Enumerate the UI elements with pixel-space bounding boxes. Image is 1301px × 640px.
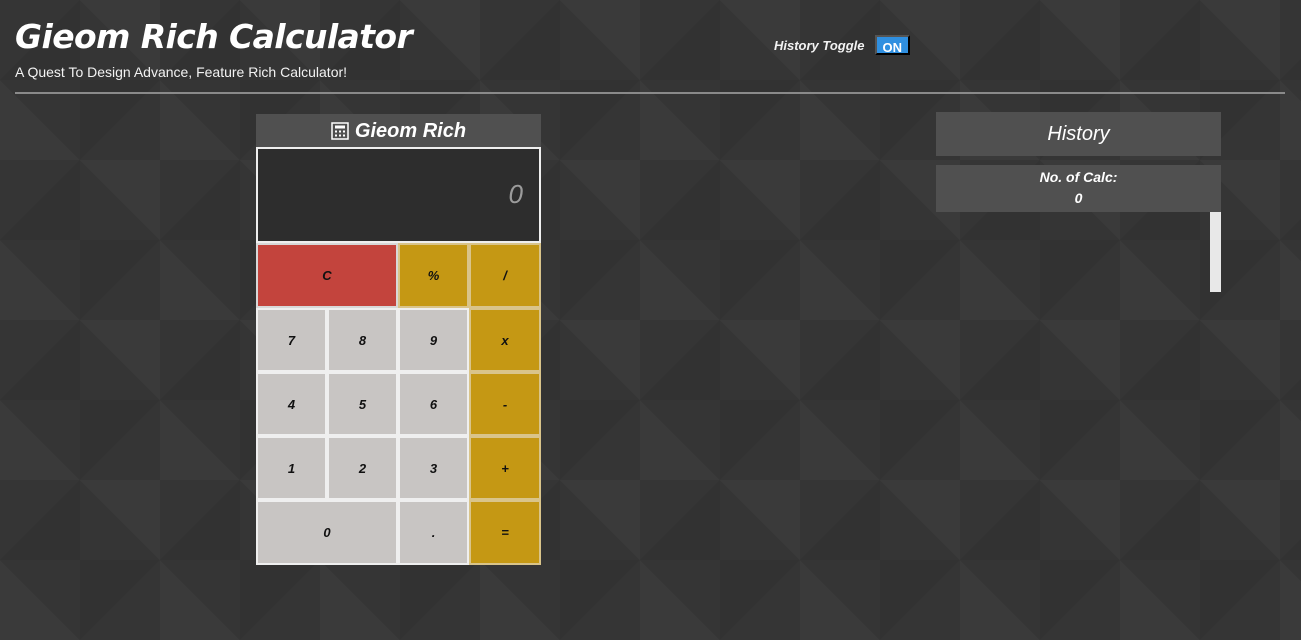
digit-9-button[interactable]: 9 bbox=[398, 308, 469, 372]
percent-button[interactable]: % bbox=[398, 243, 469, 308]
decimal-button[interactable]: . bbox=[398, 500, 469, 565]
minus-button[interactable]: - bbox=[469, 372, 541, 436]
page-header: Gieom Rich Calculator A Quest To Design … bbox=[15, 16, 1285, 94]
history-title: History bbox=[936, 112, 1221, 156]
multiply-button[interactable]: x bbox=[469, 308, 541, 372]
clear-button[interactable]: C bbox=[256, 243, 398, 308]
history-count-label: No. of Calc: bbox=[1039, 169, 1118, 185]
display-value: 0 bbox=[508, 179, 523, 209]
digit-4-button[interactable]: 4 bbox=[256, 372, 327, 436]
divide-button[interactable]: / bbox=[469, 243, 541, 308]
history-scrollbar[interactable] bbox=[1210, 212, 1221, 292]
history-count-box: No. of Calc: 0 bbox=[936, 165, 1221, 212]
digit-5-button[interactable]: 5 bbox=[327, 372, 398, 436]
history-panel: History No. of Calc: 0 bbox=[936, 112, 1221, 293]
page-title: Gieom Rich Calculator bbox=[15, 17, 413, 56]
calculator-keypad: C % / 7 8 9 x 4 5 6 - 1 2 3 + 0 . = bbox=[256, 243, 541, 565]
digit-0-button[interactable]: 0 bbox=[256, 500, 398, 565]
digit-7-button[interactable]: 7 bbox=[256, 308, 327, 372]
calculator-title: Gieom Rich bbox=[354, 119, 467, 142]
digit-8-button[interactable]: 8 bbox=[327, 308, 398, 372]
page-subtitle: A Quest To Design Advance, Feature Rich … bbox=[15, 64, 348, 80]
digit-3-button[interactable]: 3 bbox=[398, 436, 469, 500]
history-count-value: 0 bbox=[1074, 190, 1083, 206]
calculator: Gieom Rich 0 C % / 7 8 9 x 4 5 6 - 1 2 3… bbox=[256, 114, 541, 565]
plus-button[interactable]: + bbox=[469, 436, 541, 500]
equals-button[interactable]: = bbox=[469, 500, 541, 565]
digit-2-button[interactable]: 2 bbox=[327, 436, 398, 500]
calculator-display: 0 bbox=[256, 147, 541, 243]
digit-1-button[interactable]: 1 bbox=[256, 436, 327, 500]
history-toggle-button[interactable]: ON bbox=[874, 35, 911, 55]
history-toggle-label: History Toggle bbox=[774, 37, 865, 53]
calculator-title-bar: Gieom Rich bbox=[256, 114, 541, 148]
history-toggle: History Toggle ON bbox=[774, 35, 911, 55]
digit-6-button[interactable]: 6 bbox=[398, 372, 469, 436]
calculator-icon bbox=[331, 122, 349, 140]
